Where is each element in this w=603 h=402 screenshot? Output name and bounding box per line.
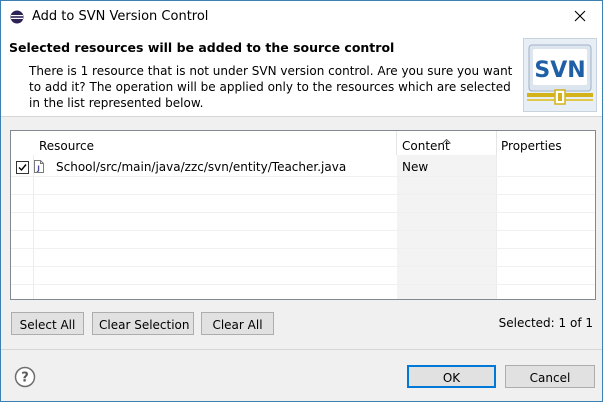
close-icon	[574, 10, 586, 22]
selection-count: Selected: 1 of 1	[498, 316, 593, 330]
close-button[interactable]	[564, 3, 596, 29]
empty-row	[11, 195, 595, 213]
table-row[interactable]: J School/src/main/java/zzc/svn/entity/Te…	[11, 159, 595, 177]
column-header-properties[interactable]: Properties	[497, 131, 562, 155]
resource-path: School/src/main/java/zzc/svn/entity/Teac…	[56, 160, 347, 174]
title-bar: Add to SVN Version Control	[1, 1, 602, 32]
svg-text:?: ?	[21, 371, 29, 386]
java-file-icon: J	[34, 160, 44, 176]
select-all-button[interactable]: Select All	[11, 312, 84, 335]
dialog-window: Add to SVN Version Control Selected reso…	[0, 0, 603, 402]
checkmark-icon	[18, 164, 27, 172]
row-checkbox[interactable]	[16, 161, 29, 174]
empty-row	[11, 267, 595, 285]
svn-logo: SVN	[523, 38, 597, 112]
window-title: Add to SVN Version Control	[32, 9, 209, 24]
banner-title: Selected resources will be added to the …	[9, 40, 395, 55]
empty-row	[11, 213, 595, 231]
content-status: New	[402, 160, 429, 174]
resource-table[interactable]: Resource Content Properties J School/src…	[10, 130, 596, 300]
column-header-resource[interactable]: Resource	[35, 131, 94, 155]
eclipse-icon	[10, 10, 24, 24]
separator	[1, 349, 602, 350]
empty-row	[11, 231, 595, 249]
separator	[1, 116, 602, 117]
logo-text: SVN	[534, 58, 585, 83]
header-banner: Selected resources will be added to the …	[1, 32, 602, 116]
empty-row	[11, 177, 595, 195]
banner-message: There is 1 resource that is not under SV…	[29, 64, 513, 110]
sort-ascending-icon	[442, 133, 451, 147]
clear-selection-button[interactable]: Clear Selection	[92, 312, 194, 335]
help-icon[interactable]: ?	[14, 366, 36, 388]
cancel-button[interactable]: Cancel	[505, 365, 595, 388]
empty-row	[11, 249, 595, 267]
clear-all-button[interactable]: Clear All	[201, 312, 274, 335]
svg-text:J: J	[36, 165, 40, 173]
table-header: Resource Content Properties	[11, 131, 595, 155]
ok-button[interactable]: OK	[407, 365, 496, 388]
column-divider	[396, 131, 397, 155]
